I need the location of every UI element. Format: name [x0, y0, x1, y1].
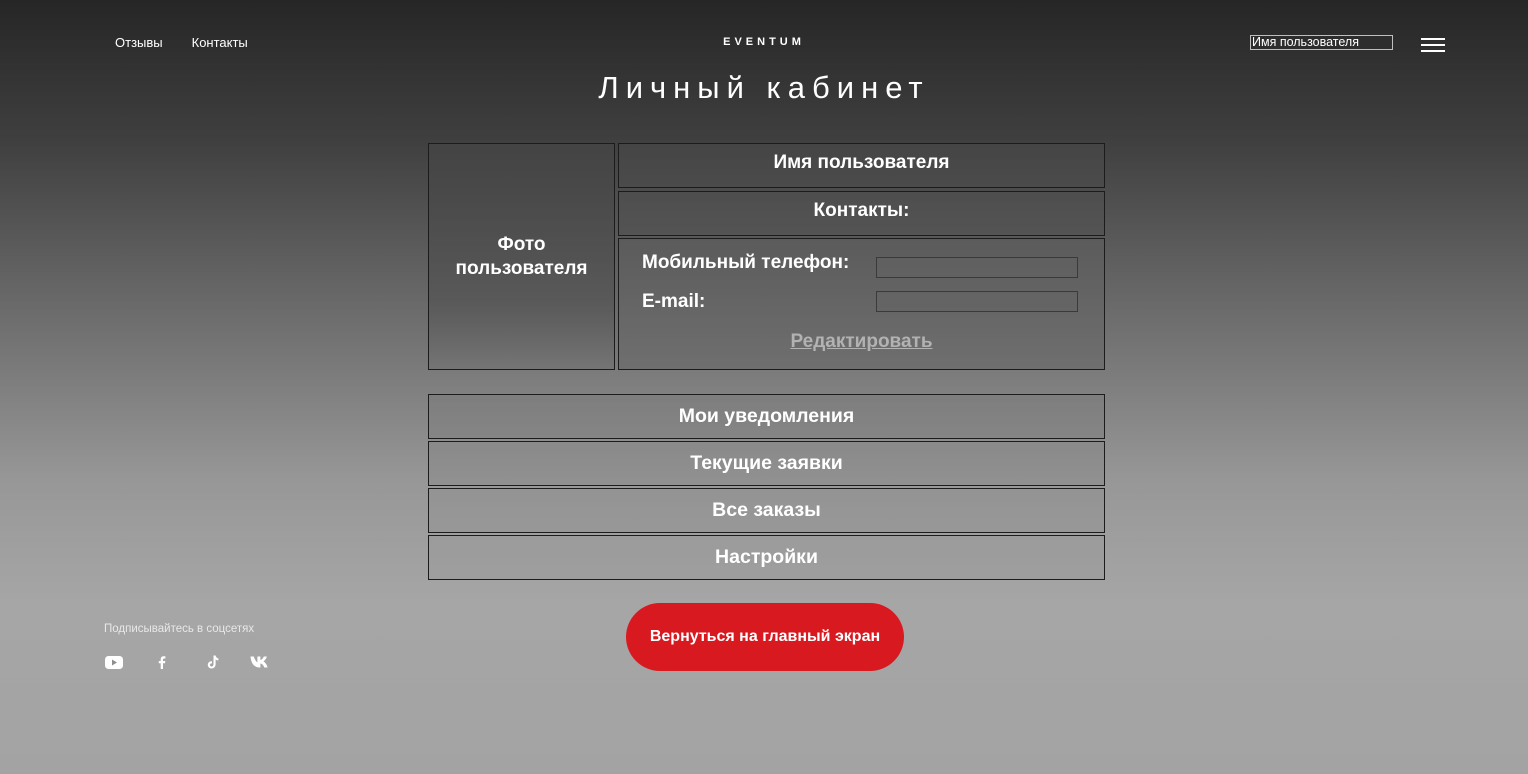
profile-username: Имя пользователя: [618, 143, 1105, 188]
user-photo-placeholder[interactable]: Фото пользователя: [428, 143, 615, 370]
page-title: Личный кабинет: [598, 70, 930, 105]
hamburger-menu-icon[interactable]: [1421, 38, 1445, 52]
menu-settings[interactable]: Настройки: [428, 535, 1105, 580]
contacts-heading: Контакты:: [618, 191, 1105, 236]
phone-label: Мобильный телефон:: [642, 252, 850, 273]
social-label: Подписывайтесь в соцсетях: [104, 623, 255, 635]
menu-notifications[interactable]: Мои уведомления: [428, 394, 1105, 439]
email-input[interactable]: [876, 291, 1078, 312]
back-to-home-button[interactable]: Вернуться на главный экран: [626, 603, 904, 671]
edit-link[interactable]: Редактировать: [619, 331, 1104, 353]
menu-all-orders[interactable]: Все заказы: [428, 488, 1105, 533]
phone-input[interactable]: [876, 257, 1078, 278]
menu-current-requests[interactable]: Текущие заявки: [428, 441, 1105, 486]
username-box[interactable]: Имя пользователя: [1250, 35, 1393, 50]
tiktok-icon[interactable]: [203, 653, 223, 671]
youtube-icon[interactable]: [104, 653, 124, 671]
email-label: E-mail:: [642, 291, 706, 312]
contact-details-panel: Мобильный телефон: E-mail: Редактировать: [618, 238, 1105, 370]
facebook-icon[interactable]: [152, 653, 172, 671]
vk-icon[interactable]: [250, 653, 270, 671]
